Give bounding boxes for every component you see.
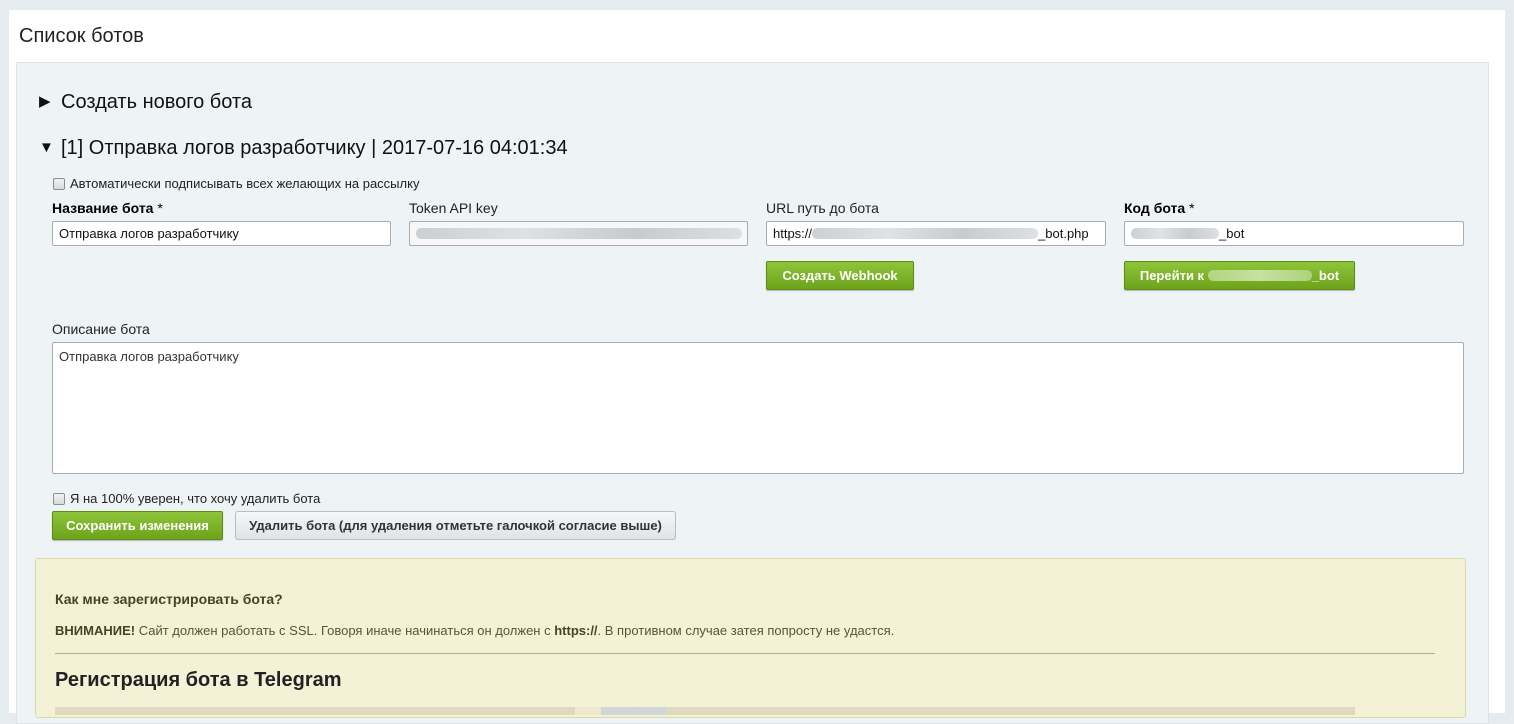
confirm-delete-label: Я на 100% уверен, что хочу удалить бота bbox=[70, 491, 321, 506]
bot-code-input[interactable]: _bot bbox=[1124, 221, 1464, 246]
help-question: Как мне зарегистрировать бота? bbox=[55, 591, 283, 607]
expand-down-icon: ▼ bbox=[39, 139, 54, 156]
expand-right-icon: ▶ bbox=[39, 93, 51, 110]
delete-bot-button[interactable]: Удалить бота (для удаления отметьте гало… bbox=[235, 511, 676, 540]
bot-name-label: Название бота * bbox=[52, 200, 163, 216]
token-label: Token API key bbox=[409, 200, 498, 216]
create-bot-toggle[interactable]: ▶ Создать нового бота bbox=[39, 91, 252, 114]
bot-name-input[interactable]: Отправка логов разработчику bbox=[52, 221, 391, 246]
redacted-bot-name bbox=[1207, 270, 1312, 281]
page: Список ботов ▶ Создать нового бота ▼ [1] О… bbox=[9, 10, 1505, 724]
ssl-warning: ВНИМАНИЕ! Сайт должен работать с SSL. Го… bbox=[55, 623, 895, 638]
description-label: Описание бота bbox=[52, 321, 150, 337]
create-webhook-button[interactable]: Создать Webhook bbox=[766, 261, 914, 290]
telegram-registration-heading: Регистрация бота в Telegram bbox=[55, 669, 342, 691]
auto-subscribe-checkbox[interactable] bbox=[53, 177, 65, 190]
save-button[interactable]: Сохранить изменения bbox=[52, 511, 223, 540]
bot-item-toggle[interactable]: ▼ [1] Отправка логов разработчику | 2017-… bbox=[39, 137, 568, 160]
create-bot-label: Создать нового бота bbox=[61, 91, 252, 113]
redacted-url bbox=[812, 228, 1039, 239]
auto-subscribe-label: Автоматически подписывать всех желающих … bbox=[70, 176, 420, 191]
help-box: Как мне зарегистрировать бота? ВНИМАНИЕ!… bbox=[35, 558, 1466, 718]
divider bbox=[55, 653, 1435, 654]
bot-code-label: Код бота * bbox=[1124, 200, 1195, 216]
bot-item-title: [1] Отправка логов разработчику | 2017-0… bbox=[61, 137, 568, 159]
page-title: Список ботов bbox=[19, 25, 144, 47]
redacted-token bbox=[416, 228, 742, 239]
confirm-delete-checkbox[interactable] bbox=[53, 492, 65, 505]
description-textarea[interactable]: Отправка логов разработчику bbox=[52, 342, 1464, 474]
redacted-code bbox=[1131, 228, 1219, 239]
token-input[interactable] bbox=[409, 221, 748, 246]
cut-off-text-line bbox=[55, 707, 1355, 715]
confirm-delete-row: Я на 100% уверен, что хочу удалить бота bbox=[53, 491, 320, 506]
url-label: URL путь до бота bbox=[766, 200, 879, 216]
bot-url-input[interactable]: https://_bot.php bbox=[766, 221, 1106, 246]
auto-subscribe-row: Автоматически подписывать всех желающих … bbox=[53, 176, 419, 191]
goto-bot-button[interactable]: Перейти к _bot bbox=[1124, 261, 1355, 290]
